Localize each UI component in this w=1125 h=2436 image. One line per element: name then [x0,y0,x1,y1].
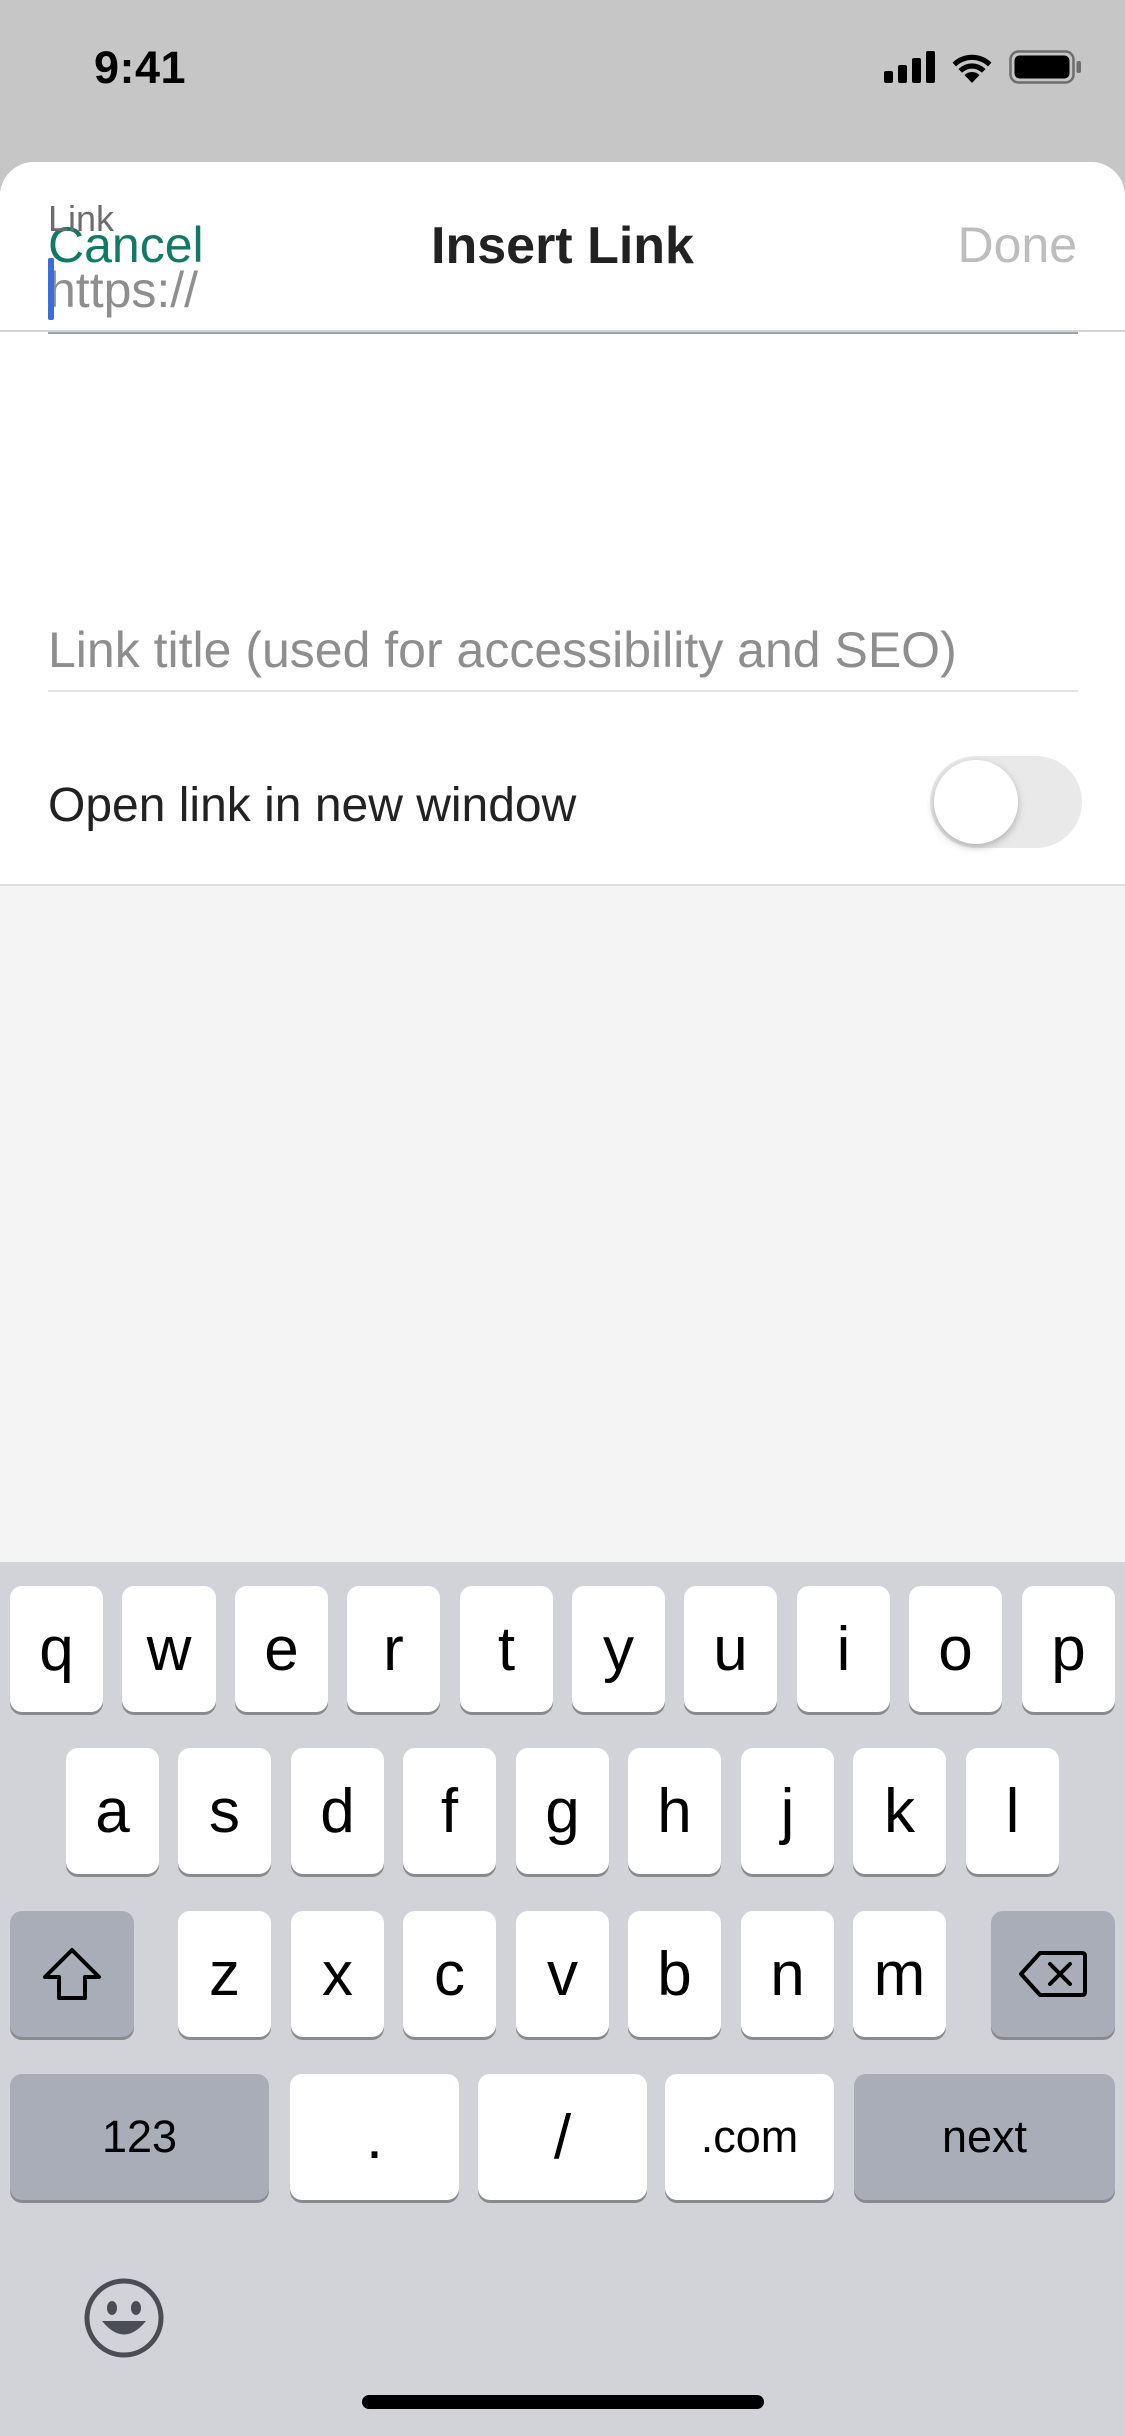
link-field [48,250,1078,334]
numbers-key[interactable]: 123 [10,2074,269,2200]
battery-icon [1009,50,1081,84]
status-bar: 9:41 [0,0,1125,150]
new-window-toggle[interactable] [930,756,1082,848]
key-y[interactable]: y [572,1586,665,1712]
home-indicator [362,2395,764,2409]
key-u[interactable]: u [684,1586,777,1712]
keyboard: q w e r t y u i o p a s d f g h j k l z … [0,1562,1125,2436]
link-field-label: Link [48,198,115,239]
key-p[interactable]: p [1022,1586,1115,1712]
text-caret [48,258,54,320]
link-title-field [48,610,1078,692]
wifi-icon [952,54,992,83]
status-icons [884,50,1083,84]
key-t[interactable]: t [460,1586,553,1712]
key-b[interactable]: b [628,1911,721,2037]
key-j[interactable]: j [741,1748,834,1874]
key-n[interactable]: n [741,1911,834,2037]
key-s[interactable]: s [178,1748,271,1874]
key-m[interactable]: m [853,1911,946,2037]
key-v[interactable]: v [516,1911,609,2037]
key-k[interactable]: k [853,1748,946,1874]
shift-key[interactable] [10,1911,134,2037]
key-dotcom[interactable]: .com [665,2074,834,2200]
key-c[interactable]: c [403,1911,496,2037]
key-r[interactable]: r [347,1586,440,1712]
delete-key[interactable] [991,1911,1115,2037]
key-i[interactable]: i [797,1586,890,1712]
key-a[interactable]: a [66,1748,159,1874]
emoji-icon[interactable] [82,2276,166,2360]
key-d[interactable]: d [291,1748,384,1874]
key-w[interactable]: w [122,1586,216,1712]
key-dot[interactable]: . [290,2074,459,2200]
backspace-icon [1019,1951,1087,1997]
key-g[interactable]: g [516,1748,609,1874]
link-input[interactable] [48,250,1078,330]
cellular-signal-icon [884,51,935,83]
shift-icon [43,1948,101,2000]
next-key[interactable]: next [854,2074,1115,2200]
key-e[interactable]: e [235,1586,328,1712]
toggle-knob [934,760,1018,844]
key-o[interactable]: o [909,1586,1002,1712]
key-slash[interactable]: / [478,2074,647,2200]
status-time: 9:41 [94,42,187,93]
key-l[interactable]: l [966,1748,1059,1874]
key-q[interactable]: q [10,1586,103,1712]
link-title-input[interactable] [48,610,1078,690]
key-f[interactable]: f [403,1748,496,1874]
key-z[interactable]: z [178,1911,271,2037]
key-x[interactable]: x [291,1911,384,2037]
new-window-label: Open link in new window [48,779,577,832]
key-h[interactable]: h [628,1748,721,1874]
